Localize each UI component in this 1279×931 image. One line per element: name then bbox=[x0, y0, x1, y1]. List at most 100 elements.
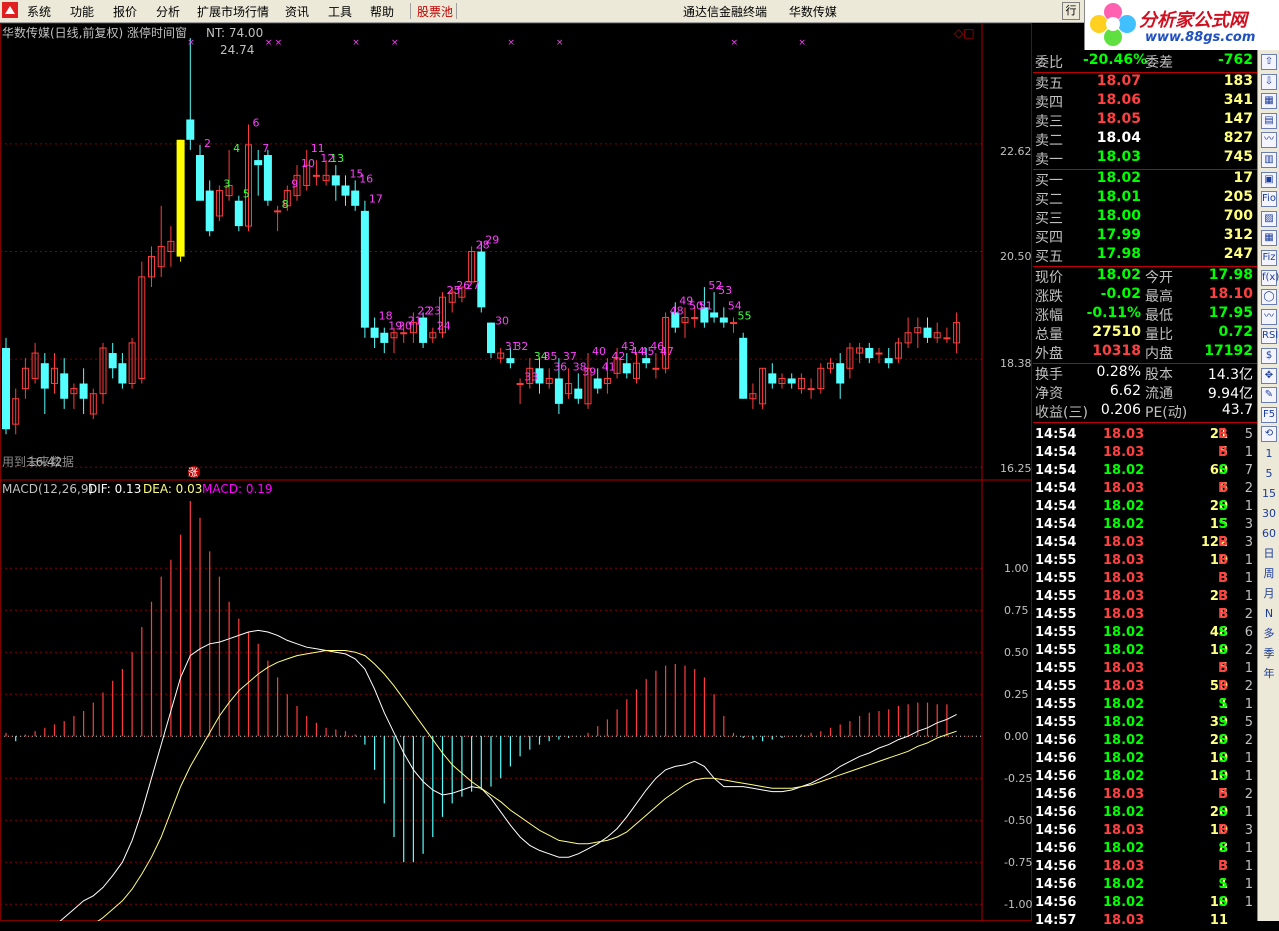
period-button[interactable]: 周 bbox=[1261, 566, 1277, 582]
chart-grid bbox=[0, 143, 982, 905]
tick-price: 18.03 bbox=[1103, 823, 1145, 838]
tick-count: 1 bbox=[1244, 859, 1253, 874]
ask-row: 卖五 18.07 183 bbox=[1033, 73, 1257, 92]
price-tick: 18.38 bbox=[1000, 357, 1032, 370]
kline-chart[interactable]: 2345678910111213151617181920212223242526… bbox=[0, 23, 1033, 921]
tick-row: 14:55 18.03 23 B 1 bbox=[1033, 589, 1257, 607]
period-button[interactable]: 多 bbox=[1261, 626, 1277, 642]
toolbar-tool-icon[interactable]: F5 bbox=[1261, 406, 1277, 423]
toolbar-tool-icon[interactable]: ✥ bbox=[1261, 367, 1277, 384]
count-label: 10 bbox=[301, 157, 315, 170]
toolbar-tool-icon[interactable]: Fio bbox=[1261, 191, 1277, 208]
period-button[interactable]: 季 bbox=[1261, 646, 1277, 662]
toolbar-tool-icon[interactable]: f(x) bbox=[1261, 269, 1279, 286]
tick-price: 18.02 bbox=[1103, 643, 1145, 658]
candle-body bbox=[884, 358, 893, 364]
count-label: 39 bbox=[582, 365, 596, 378]
tick-row: 14:55 18.03 5 B 1 bbox=[1033, 661, 1257, 679]
candle-body bbox=[506, 358, 515, 364]
toolbar-tool-icon[interactable]: $ bbox=[1261, 348, 1277, 364]
period-button[interactable]: 日 bbox=[1261, 546, 1277, 562]
quote-label: 涨幅 bbox=[1035, 308, 1063, 324]
tick-price: 18.03 bbox=[1103, 661, 1145, 676]
toolbar-tool-icon[interactable]: ▣ bbox=[1261, 171, 1277, 188]
menu-system[interactable]: 系统 bbox=[27, 3, 51, 20]
candle-body bbox=[40, 363, 49, 389]
app-logo-icon bbox=[2, 2, 18, 18]
weibi-value: -20.46% bbox=[1083, 52, 1148, 68]
tick-side: B bbox=[1218, 427, 1228, 442]
period-button[interactable]: 15 bbox=[1261, 486, 1277, 502]
tick-row: 14:56 18.03 10 B 3 bbox=[1033, 823, 1257, 841]
ask-row: 卖二 18.04 827 bbox=[1033, 130, 1257, 149]
tick-row: 14:55 18.03 3 B 1 bbox=[1033, 571, 1257, 589]
quote-label: 卖五 bbox=[1035, 76, 1063, 92]
period-button[interactable]: 年 bbox=[1261, 666, 1277, 682]
top-marker: × bbox=[275, 38, 283, 48]
ask-volume: 341 bbox=[1223, 92, 1253, 108]
candle-body bbox=[205, 190, 214, 232]
toolbar-tool-icon[interactable]: ⇧ bbox=[1261, 54, 1277, 70]
tick-price: 18.02 bbox=[1103, 733, 1145, 748]
tick-time: 14:54 bbox=[1035, 535, 1077, 550]
menu-stock-pool[interactable]: 股票池 bbox=[417, 3, 453, 20]
period-button[interactable]: 月 bbox=[1261, 586, 1277, 602]
tick-time: 14:56 bbox=[1035, 751, 1077, 766]
toolbar-tool-icon[interactable]: RSI bbox=[1261, 328, 1278, 345]
menu-help[interactable]: 帮助 bbox=[370, 3, 394, 20]
period-button[interactable]: 1 bbox=[1261, 446, 1277, 462]
tick-side: S bbox=[1218, 841, 1228, 856]
tick-price: 18.02 bbox=[1103, 877, 1145, 892]
bid-row: 买四 17.99 312 bbox=[1033, 227, 1257, 246]
tick-price: 18.03 bbox=[1103, 427, 1145, 442]
tick-row: 14:56 18.02 10 S 1 bbox=[1033, 769, 1257, 787]
menu-quote[interactable]: 报价 bbox=[113, 3, 137, 20]
brand-url[interactable]: www.88gs.com bbox=[1145, 30, 1255, 45]
candle-body bbox=[807, 388, 815, 391]
quote-label: 涨跌 bbox=[1035, 289, 1063, 305]
toolbar-tool-icon[interactable]: ▨ bbox=[1261, 210, 1277, 227]
period-button[interactable]: 5 bbox=[1261, 466, 1277, 482]
stat-value: 0.206 bbox=[1100, 402, 1141, 418]
candle-body bbox=[574, 388, 583, 399]
stat-value: 6.62 bbox=[1109, 383, 1141, 399]
menu-function[interactable]: 功能 bbox=[70, 3, 94, 20]
quote-label: 现价 bbox=[1035, 270, 1063, 286]
stat-row: 换手 0.28% 股本 14.3亿 bbox=[1033, 364, 1257, 383]
top-marker: × bbox=[352, 38, 360, 48]
toolbar-tool-icon[interactable]: 〰 bbox=[1261, 308, 1277, 325]
count-label: 51 bbox=[699, 299, 713, 312]
toolbar-tool-icon[interactable]: ⇩ bbox=[1261, 73, 1277, 90]
menu-news[interactable]: 资讯 bbox=[285, 3, 309, 20]
toolbar-tool-icon[interactable]: ▦ bbox=[1261, 230, 1277, 247]
toolbar-tool-icon[interactable]: ✎ bbox=[1261, 387, 1277, 404]
menu-analysis[interactable]: 分析 bbox=[156, 3, 180, 20]
toolbar-tool-icon[interactable]: ▦ bbox=[1261, 93, 1277, 110]
toolbar-tool-icon[interactable]: 〰 bbox=[1261, 132, 1277, 149]
quote-label: 买一 bbox=[1035, 173, 1063, 189]
quote-label: 卖三 bbox=[1035, 114, 1063, 130]
stat-label: 今开 bbox=[1145, 270, 1173, 286]
ask-volume: 745 bbox=[1223, 149, 1253, 165]
menu-tools[interactable]: 工具 bbox=[328, 3, 352, 20]
period-button[interactable]: 60 bbox=[1261, 526, 1277, 542]
stat-value: 17.98 bbox=[1208, 267, 1253, 283]
toolbar-tool-icon[interactable]: Fiz bbox=[1261, 250, 1277, 266]
tick-count: 1 bbox=[1244, 895, 1253, 910]
menu-extended-market[interactable]: 扩展市场行情 bbox=[197, 3, 269, 20]
top-marker: × bbox=[798, 38, 806, 48]
stat-label: 最高 bbox=[1145, 289, 1173, 305]
price-tick: 16.25 bbox=[1000, 462, 1032, 475]
toolbar-tool-icon[interactable]: ▥ bbox=[1261, 152, 1277, 168]
period-button[interactable]: 30 bbox=[1261, 506, 1277, 522]
window-menu-button[interactable]: 行 bbox=[1062, 2, 1080, 20]
toolbar-tool-icon[interactable]: ▤ bbox=[1261, 112, 1277, 129]
top-marker: × bbox=[187, 38, 195, 48]
tick-price: 18.03 bbox=[1103, 481, 1145, 496]
toolbar-tool-icon[interactable]: ⟲ bbox=[1261, 426, 1277, 443]
count-label: 23 bbox=[427, 304, 441, 317]
tick-side: S bbox=[1218, 895, 1228, 910]
toolbar-tool-icon[interactable]: ◯ bbox=[1261, 289, 1277, 306]
period-button[interactable]: N bbox=[1261, 606, 1277, 622]
tick-price: 18.02 bbox=[1103, 841, 1145, 856]
